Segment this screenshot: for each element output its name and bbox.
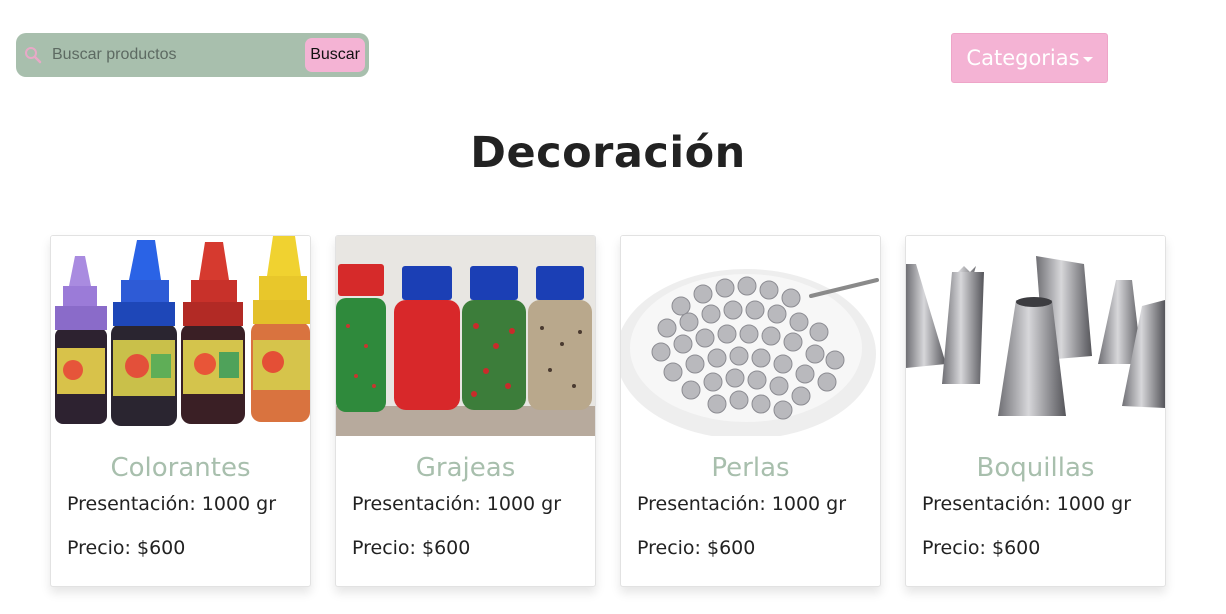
product-card[interactable]: Colorantes Presentación: 1000 gr Precio:… (50, 235, 311, 587)
colorant-bottles-image (51, 236, 310, 436)
caret-down-icon (1082, 56, 1093, 62)
search-bar: Buscar (16, 33, 369, 77)
page-title: Decoración (470, 128, 746, 178)
product-price: Precio: $600 (352, 537, 471, 559)
product-name[interactable]: Grajeas (336, 453, 595, 483)
piping-tips-image (906, 236, 1165, 436)
search-input[interactable] (52, 33, 306, 77)
search-button[interactable]: Buscar (305, 38, 365, 72)
categories-dropdown-button[interactable]: Categorias (951, 33, 1108, 83)
product-card[interactable]: Grajeas Presentación: 1000 gr Precio: $6… (335, 235, 596, 587)
product-presentation: Presentación: 1000 gr (67, 493, 277, 515)
product-price: Precio: $600 (67, 537, 186, 559)
product-name[interactable]: Perlas (621, 453, 880, 483)
product-presentation: Presentación: 1000 gr (922, 493, 1132, 515)
search-icon (24, 46, 42, 64)
silver-pearls-image (621, 236, 880, 436)
categories-label: Categorias (966, 46, 1080, 70)
product-card[interactable]: Perlas Presentación: 1000 gr Precio: $60… (620, 235, 881, 587)
product-card[interactable]: Boquillas Presentación: 1000 gr Precio: … (905, 235, 1166, 587)
product-price: Precio: $600 (922, 537, 1041, 559)
product-price: Precio: $600 (637, 537, 756, 559)
sprinkle-bottles-image (336, 236, 595, 436)
product-name[interactable]: Colorantes (51, 453, 310, 483)
product-name[interactable]: Boquillas (906, 453, 1165, 483)
product-presentation: Presentación: 1000 gr (352, 493, 562, 515)
product-presentation: Presentación: 1000 gr (637, 493, 847, 515)
